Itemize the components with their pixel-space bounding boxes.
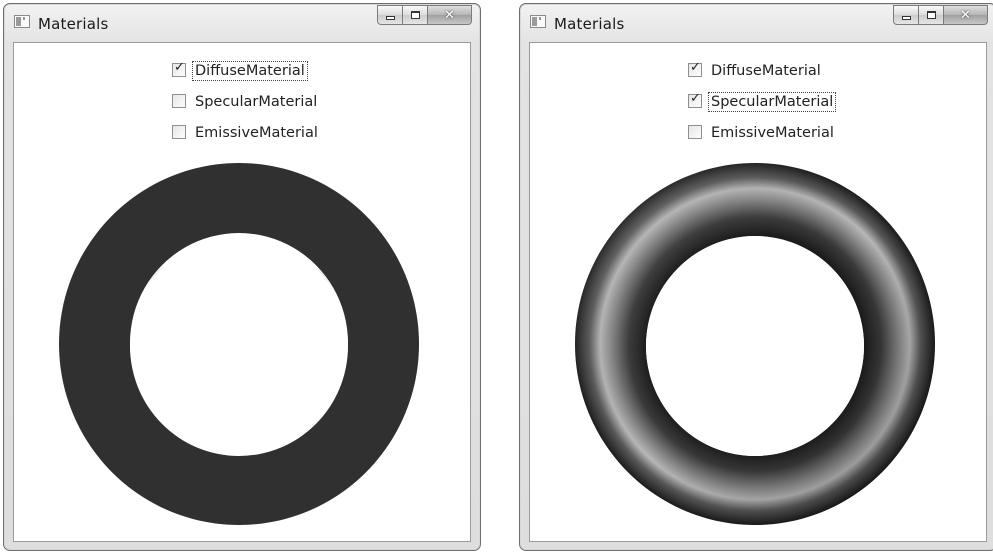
checkbox-specular-material[interactable]: SpecularMaterial	[172, 92, 321, 123]
checkbox-label[interactable]: EmissiveMaterial	[192, 123, 321, 143]
minimize-icon	[385, 15, 395, 20]
checkbox-label[interactable]: DiffuseMaterial	[708, 61, 824, 81]
checkbox-diffuse-material[interactable]: ✓ DiffuseMaterial	[688, 61, 837, 92]
checkmark-icon: ✓	[690, 60, 701, 75]
caption-buttons: ✕	[377, 5, 472, 25]
torus-specular	[575, 163, 936, 525]
close-icon: ✕	[444, 7, 455, 23]
maximize-button[interactable]	[919, 5, 944, 25]
title-bar[interactable]: Materials ✕	[520, 4, 993, 42]
close-button[interactable]: ✕	[428, 5, 472, 25]
checkbox-emissive-material[interactable]: EmissiveMaterial	[172, 123, 321, 154]
checkbox-box[interactable]	[172, 94, 186, 108]
caption-buttons: ✕	[893, 5, 988, 25]
window-title: Materials	[554, 15, 625, 33]
checkbox-box[interactable]: ✓	[172, 60, 186, 77]
material-options: ✓ DiffuseMaterial ✓ SpecularMaterial Emi…	[688, 61, 837, 154]
checkbox-label[interactable]: SpecularMaterial	[708, 92, 837, 112]
checkbox-box[interactable]	[688, 125, 702, 139]
checkbox-box[interactable]: ✓	[688, 91, 702, 108]
client-area: ✓ DiffuseMaterial SpecularMaterial Emiss…	[13, 42, 471, 542]
close-button[interactable]: ✕	[944, 5, 988, 25]
client-area: ✓ DiffuseMaterial ✓ SpecularMaterial Emi…	[529, 42, 987, 542]
window-title: Materials	[38, 15, 109, 33]
close-icon: ✕	[960, 7, 971, 23]
checkbox-box[interactable]: ✓	[688, 60, 702, 77]
checkbox-diffuse-material[interactable]: ✓ DiffuseMaterial	[172, 61, 321, 92]
maximize-button[interactable]	[403, 5, 428, 25]
checkmark-icon: ✓	[690, 91, 701, 106]
checkbox-specular-material[interactable]: ✓ SpecularMaterial	[688, 92, 837, 123]
torus-diffuse	[59, 163, 420, 525]
maximize-icon	[410, 11, 420, 19]
materials-window-specular: Materials ✕ ✓ DiffuseMaterial ✓ Specular…	[519, 3, 993, 551]
app-window-icon[interactable]	[530, 15, 546, 28]
minimize-button[interactable]	[377, 5, 403, 25]
checkbox-label[interactable]: DiffuseMaterial	[192, 61, 308, 81]
maximize-icon	[926, 11, 936, 19]
materials-window-diffuse: Materials ✕ ✓ DiffuseMaterial SpecularMa…	[3, 3, 481, 551]
app-window-icon[interactable]	[14, 15, 30, 28]
viewport-3d	[57, 161, 421, 527]
material-options: ✓ DiffuseMaterial SpecularMaterial Emiss…	[172, 61, 321, 154]
checkmark-icon: ✓	[174, 60, 185, 75]
checkbox-box[interactable]	[172, 125, 186, 139]
checkbox-label[interactable]: SpecularMaterial	[192, 92, 320, 112]
viewport-3d	[573, 161, 937, 527]
checkbox-emissive-material[interactable]: EmissiveMaterial	[688, 123, 837, 154]
title-bar[interactable]: Materials ✕	[4, 4, 480, 42]
checkbox-label[interactable]: EmissiveMaterial	[708, 123, 837, 143]
minimize-button[interactable]	[893, 5, 919, 25]
minimize-icon	[901, 15, 911, 20]
